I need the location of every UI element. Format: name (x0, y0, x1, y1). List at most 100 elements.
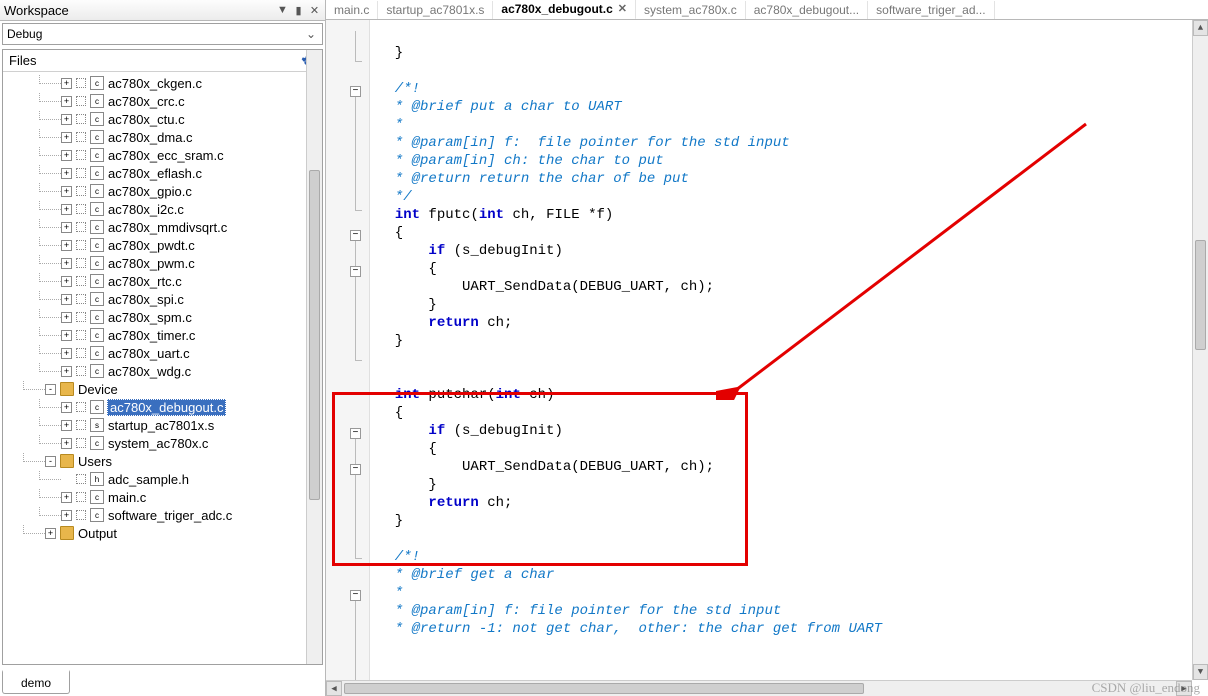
tree-file[interactable]: +ac780x_mmdivsqrt.c (11, 218, 322, 236)
c-file-icon (90, 400, 104, 414)
link-icon (76, 420, 86, 430)
expander-icon[interactable]: + (61, 186, 72, 197)
expander-icon[interactable]: + (61, 150, 72, 161)
link-icon (76, 330, 86, 340)
tree-folder[interactable]: -Device (11, 380, 322, 398)
expander-icon[interactable]: + (61, 348, 72, 359)
tree-file[interactable]: +software_triger_adc.c (11, 506, 322, 524)
expander-icon[interactable]: + (61, 330, 72, 341)
c-file-icon (90, 490, 104, 504)
fold-toggle[interactable]: − (350, 464, 361, 475)
link-icon (76, 204, 86, 214)
c-file-icon (90, 130, 104, 144)
workspace-tab-demo[interactable]: demo (2, 670, 70, 694)
expander-icon[interactable]: - (45, 456, 56, 467)
expander-icon[interactable]: + (61, 240, 72, 251)
expander-icon[interactable]: + (61, 132, 72, 143)
expander-icon[interactable]: + (61, 258, 72, 269)
link-icon (76, 240, 86, 250)
tree-file[interactable]: +ac780x_uart.c (11, 344, 322, 362)
expander-icon[interactable]: + (61, 366, 72, 377)
tab-label: ac780x_debugout.c (501, 2, 612, 16)
expander-icon[interactable]: + (61, 114, 72, 125)
scroll-up-icon[interactable]: ▲ (1193, 20, 1208, 36)
tree-file[interactable]: +ac780x_spm.c (11, 308, 322, 326)
tree-file[interactable]: +ac780x_debugout.c (11, 398, 322, 416)
config-dropdown[interactable]: Debug ⌄ (2, 23, 323, 45)
fold-toggle[interactable]: − (350, 590, 361, 601)
link-icon (76, 258, 86, 268)
link-icon (76, 276, 86, 286)
tree-scrollbar[interactable] (306, 50, 322, 664)
tree-file[interactable]: +ac780x_ctu.c (11, 110, 322, 128)
chevron-down-icon[interactable]: ⌄ (304, 27, 318, 41)
tree-scroll-thumb[interactable] (309, 170, 320, 500)
expander-icon[interactable]: + (61, 168, 72, 179)
fold-toggle[interactable]: − (350, 230, 361, 241)
tree-item-label: Users (77, 454, 113, 469)
expander-icon[interactable]: + (61, 438, 72, 449)
tree-file[interactable]: +ac780x_spi.c (11, 290, 322, 308)
tree-file[interactable]: +ac780x_crc.c (11, 92, 322, 110)
code-editor[interactable]: − − − − − − } /*! * @brief put a char to… (326, 20, 1208, 696)
editor-tab[interactable]: startup_ac7801x.s (378, 1, 493, 19)
expander-icon[interactable]: + (61, 204, 72, 215)
tree-file[interactable]: + ac780x_eflash.c (11, 164, 322, 182)
expander-icon[interactable]: - (45, 384, 56, 395)
expander-icon[interactable]: + (61, 510, 72, 521)
editor-tab[interactable]: main.c (326, 1, 378, 19)
tree-file[interactable]: +ac780x_timer.c (11, 326, 322, 344)
tree-file[interactable]: +startup_ac7801x.s (11, 416, 322, 434)
hscroll-thumb[interactable] (344, 683, 864, 694)
tree-file[interactable]: +ac780x_ecc_sram.c (11, 146, 322, 164)
expander-icon[interactable]: + (61, 312, 72, 323)
tree-file[interactable]: +ac780x_gpio.c (11, 182, 322, 200)
folder-icon (60, 454, 74, 468)
scroll-down-icon[interactable]: ▼ (1193, 664, 1208, 680)
tree-folder[interactable]: - Users (11, 452, 322, 470)
tree-file[interactable]: +ac780x_pwm.c (11, 254, 322, 272)
tree-item-label: ac780x_rtc.c (107, 274, 183, 289)
c-file-icon (90, 148, 104, 162)
pin-icon[interactable]: ▮ (292, 4, 305, 17)
fold-toggle[interactable]: − (350, 266, 361, 277)
tree-file[interactable]: +ac780x_dma.c (11, 128, 322, 146)
tree-file[interactable]: + ac780x_rtc.c (11, 272, 322, 290)
expander-icon[interactable]: + (61, 420, 72, 431)
expander-icon[interactable]: + (61, 96, 72, 107)
tree-file[interactable]: +main.c (11, 488, 322, 506)
editor-tab[interactable]: ac780x_debugout... (746, 1, 868, 19)
tree-file[interactable]: +ac780x_i2c.c (11, 200, 322, 218)
expander-icon[interactable]: + (45, 528, 56, 539)
tree-file[interactable]: +ac780x_wdg.c (11, 362, 322, 380)
dropdown-icon[interactable]: ▼ (276, 4, 289, 17)
expander-icon[interactable]: + (61, 222, 72, 233)
editor-tab[interactable]: software_triger_ad... (868, 1, 994, 19)
code-content[interactable]: } /*! * @brief put a char to UART * * @p… (370, 20, 1192, 680)
tree-item-label: ac780x_eflash.c (107, 166, 203, 181)
expander-icon[interactable]: + (61, 402, 72, 413)
tab-label: startup_ac7801x.s (386, 3, 484, 17)
editor-hscroll[interactable]: ◀ ▶ (326, 680, 1192, 696)
link-icon (76, 294, 86, 304)
tree-file[interactable]: +system_ac780x.c (11, 434, 322, 452)
editor-vscroll[interactable]: ▲ ▼ (1192, 20, 1208, 680)
tab-close-icon[interactable]: ✕ (618, 2, 627, 15)
expander-icon[interactable]: + (61, 492, 72, 503)
fold-toggle[interactable]: − (350, 86, 361, 97)
file-tree[interactable]: +ac780x_ckgen.c+ac780x_crc.c+ac780x_ctu.… (3, 72, 322, 664)
fold-toggle[interactable]: − (350, 428, 361, 439)
close-icon[interactable]: ✕ (308, 4, 321, 17)
expander-icon[interactable]: + (61, 294, 72, 305)
tree-folder[interactable]: +Output (11, 524, 322, 542)
editor-panel: main.c startup_ac7801x.s ac780x_debugout.c… (326, 0, 1208, 696)
editor-tab[interactable]: ac780x_debugout.c ✕ (493, 0, 636, 20)
vscroll-thumb[interactable] (1195, 240, 1206, 350)
editor-tab[interactable]: system_ac780x.c (636, 1, 746, 19)
tree-file[interactable]: +ac780x_ckgen.c (11, 74, 322, 92)
expander-icon[interactable]: + (61, 78, 72, 89)
expander-icon[interactable]: + (61, 276, 72, 287)
tree-file[interactable]: +ac780x_pwdt.c (11, 236, 322, 254)
scroll-left-icon[interactable]: ◀ (326, 681, 342, 696)
tree-file[interactable]: adc_sample.h (11, 470, 322, 488)
